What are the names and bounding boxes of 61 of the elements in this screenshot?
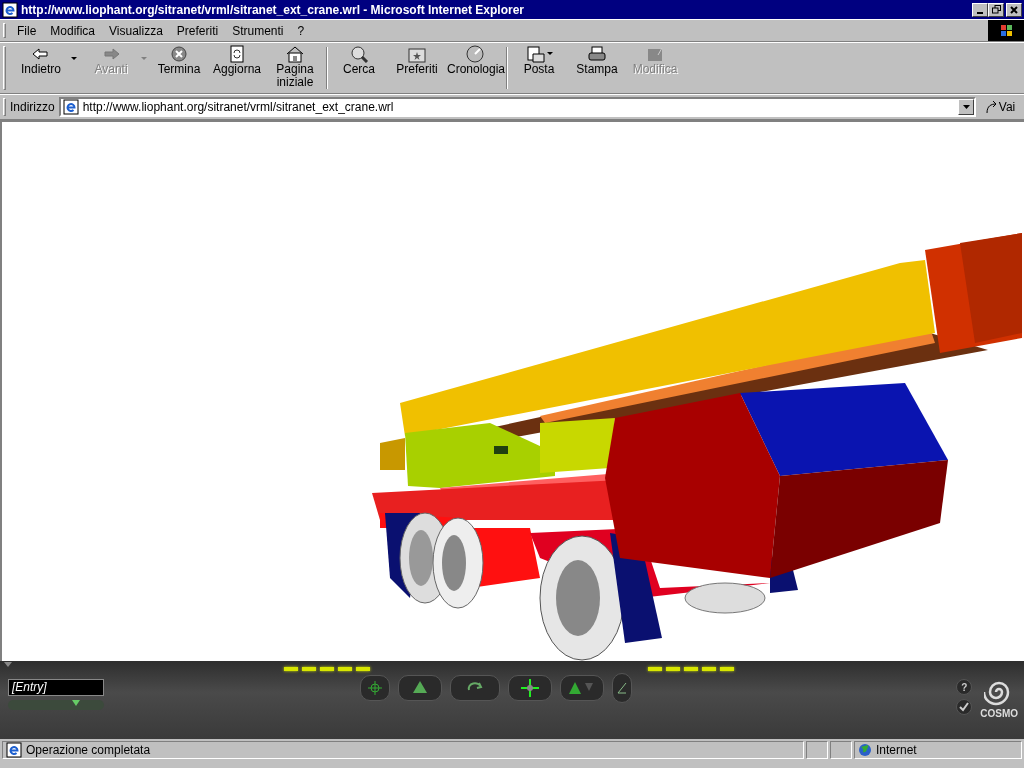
printer-icon: [586, 45, 608, 63]
caret-icon: [71, 57, 77, 61]
address-label: Indirizzo: [10, 99, 55, 116]
close-icon: [1010, 5, 1018, 14]
menu-item[interactable]: File: [10, 20, 44, 41]
triangle-icon: [411, 681, 429, 695]
status-panel: [806, 741, 828, 759]
toolbar-button[interactable]: Cerca: [330, 43, 388, 91]
toolbar-button[interactable]: Stampa: [568, 43, 626, 91]
mail-icon: [525, 45, 547, 63]
windows-logo-icon: [988, 20, 1024, 41]
search-icon: [348, 45, 370, 63]
favorites-icon: [406, 45, 428, 63]
viewpoint-field[interactable]: [Entry]: [8, 679, 104, 696]
menu-item[interactable]: Preferiti: [169, 20, 226, 41]
logo-text: COSMO: [980, 709, 1018, 719]
restore-button[interactable]: [988, 2, 1004, 17]
history-icon: [464, 45, 486, 63]
status-panel: [830, 741, 852, 759]
triangles-icon: [569, 681, 595, 695]
curved-arrow-icon: [984, 100, 999, 114]
toolbar-button[interactable]: Termina: [150, 43, 208, 91]
close-button[interactable]: [1006, 2, 1022, 17]
go-button[interactable]: Vai: [976, 97, 1024, 117]
menu-item[interactable]: Strumenti: [225, 20, 291, 41]
minimize-icon: [977, 11, 983, 14]
address-field[interactable]: http://www.liophant.org/sitranet/vrml/sitranet_ext_crane.wrl: [58, 97, 976, 117]
toolbar-button[interactable]: Aggiorna: [208, 43, 266, 91]
globe-icon: [858, 743, 872, 757]
stop-icon: [168, 45, 190, 63]
caret-icon: [547, 52, 553, 56]
toolbar-button[interactable]: Cronologia: [446, 43, 504, 91]
pan-button[interactable]: [508, 675, 552, 701]
check-button[interactable]: [956, 699, 973, 715]
rotate-button[interactable]: [450, 675, 500, 701]
menu-item[interactable]: Visualizza: [102, 20, 170, 41]
page-icon: [62, 99, 79, 115]
crosshair-icon: [368, 681, 382, 695]
caret-icon: [962, 105, 970, 109]
window-title: http://www.liophant.org/sitranet/vrml/sitranet_ext_crane.wrl - Microsoft Internet Explorer: [21, 1, 525, 19]
toolbar-button[interactable]: Indietro: [10, 43, 80, 91]
check-icon: [959, 702, 970, 712]
move-icon: [520, 678, 540, 698]
walk-button[interactable]: [398, 675, 442, 701]
menu-item[interactable]: ?: [290, 20, 312, 41]
minimize-button[interactable]: [972, 2, 988, 17]
toolbar-button[interactable]: Pagina iniziale: [266, 43, 324, 91]
restore-icon: [991, 5, 1001, 14]
seek-button[interactable]: [360, 675, 390, 701]
menu-item[interactable]: Modifica: [43, 20, 103, 41]
tilt-button[interactable]: [560, 675, 604, 701]
caret-icon: [141, 57, 147, 61]
home-icon: [284, 45, 306, 63]
toolbar-button[interactable]: Preferiti: [388, 43, 446, 91]
caret-icon: [72, 700, 80, 706]
zone-label: Internet: [876, 742, 917, 759]
page-icon: [6, 742, 22, 758]
help-button[interactable]: ?: [956, 679, 973, 695]
toolbar-button[interactable]: Posta: [510, 43, 568, 91]
dropdown-button[interactable]: [958, 99, 974, 115]
status-text: Operazione completata: [26, 742, 151, 759]
